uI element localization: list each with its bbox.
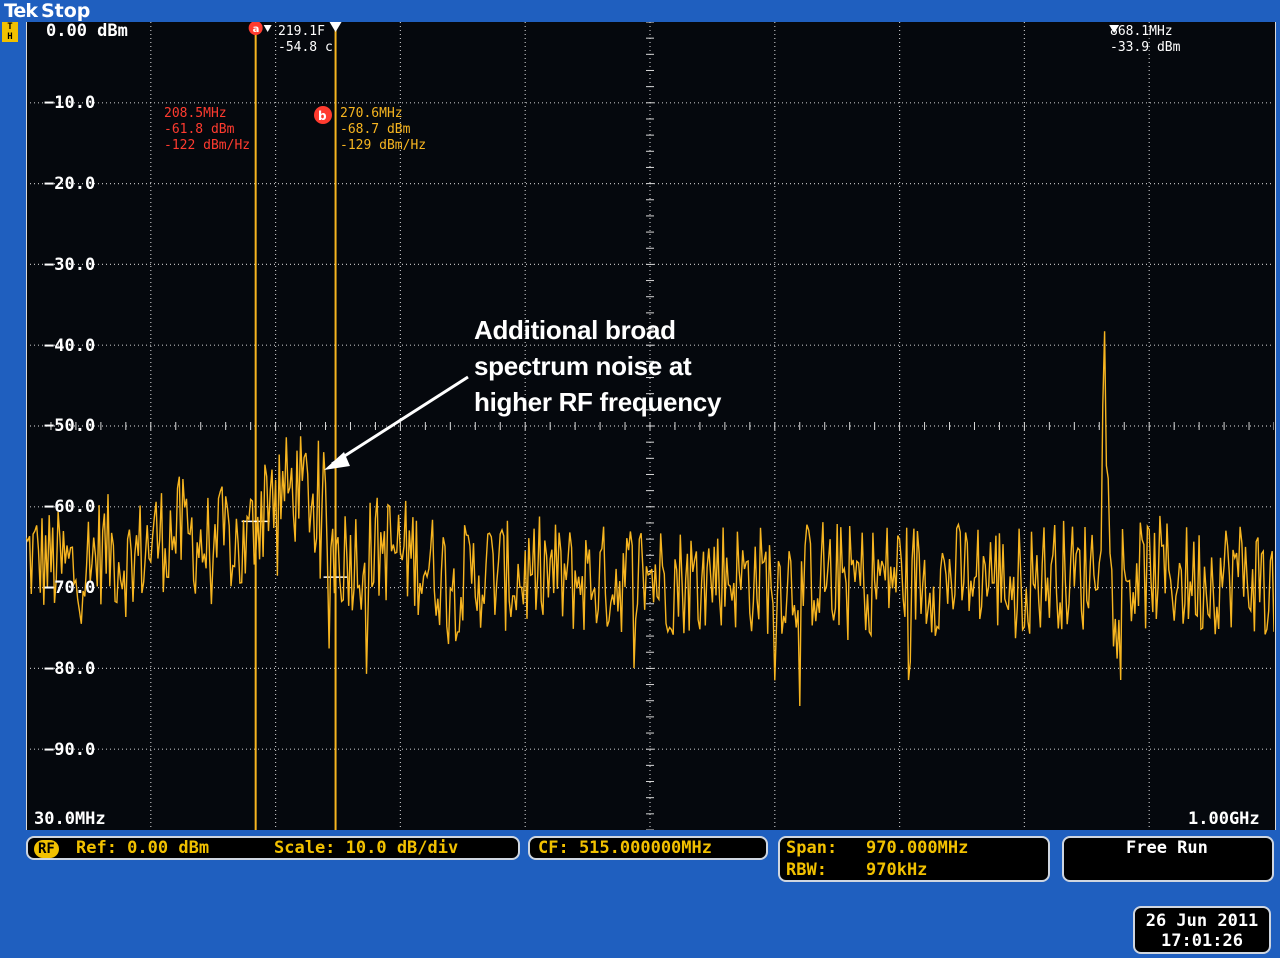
y-tick-label: −30.0 [44,255,96,275]
center-frequency-value: CF: 515.000000MHz [538,838,712,858]
rbw-value: 970kHz [866,860,928,880]
rbw-label: RBW: [786,860,827,880]
annotation-line: spectrum noise at [474,351,692,381]
marker-a-freq: 208.5MHz [164,106,227,121]
marker-a-density: -122 dBm/Hz [164,138,251,153]
annotation-line: Additional broad [474,315,676,345]
span-value: 970.000MHz [866,838,969,858]
y-tick-label: −40.0 [44,336,96,356]
marker-a-level: -61.8 dBm [164,122,235,137]
time-text: 17:01:26 [1161,931,1243,951]
marker-b-freq: 270.6MHz [340,106,403,121]
annotation-arrow [324,375,469,470]
marker-a-head-label: a [253,24,260,35]
acquisition-state[interactable]: Stop [41,0,90,22]
span-rbw-readout[interactable]: Span: 970.000MHz RBW: 970kHz [778,836,1050,882]
peak-marker-level: -33.9 dBm [1110,40,1181,55]
peak-marker-readout: 219.1F -54.8 c [278,24,333,56]
datetime-readout: 26 Jun 2011 17:01:26 [1133,906,1271,954]
scale-readout: Scale: 10.0 dB/div [274,838,459,858]
trigger-mode-value: Free Run [1126,838,1208,858]
ref-scale-readout[interactable]: RF Ref: 0.00 dBm Scale: 10.0 dB/div [26,836,520,860]
ref-level-readout: Ref: 0.00 dBm [76,838,210,858]
brand-logo: Tek [4,0,38,22]
ref-level-label: 0.00 dBm [46,21,128,41]
trigger-badge-text: T H [7,22,13,42]
peak-marker-head-icon [263,25,272,32]
peak-marker-readout: 868.1MHz -33.9 dBm [1110,24,1180,56]
y-tick-label: −80.0 [44,659,96,679]
marker-b-readout: 270.6MHz -68.7 dBm -129 dBm/Hz [340,106,426,154]
date-text: 26 Jun 2011 [1145,911,1259,931]
peak-marker-freq: 868.1MHz [1110,24,1173,39]
annotation-line: higher RF frequency [474,387,722,417]
y-tick-label: −50.0 [44,416,96,436]
peak-marker-level: -54.8 c [278,40,333,55]
span-label: Span: [786,838,838,858]
marker-a-readout: 208.5MHz -61.8 dBm -122 dBm/Hz [164,106,250,154]
y-tick-label: −10.0 [44,93,96,113]
y-tick-label: −70.0 [44,578,96,598]
y-tick-label: −90.0 [44,740,96,760]
trigger-mode-readout[interactable]: Free Run [1062,836,1274,882]
start-frequency-label: 30.0MHz [34,809,106,829]
rf-channel-badge: RF [34,840,59,858]
marker-b-density: -129 dBm/Hz [340,138,427,153]
marker-b-badge-label: b [318,109,327,123]
trigger-icon: T H [2,22,18,42]
marker-b-level: -68.7 dBm [340,122,411,137]
stop-frequency-label: 1.00GHz [1188,809,1260,829]
annotation-text: Additional broad spectrum noise at highe… [474,312,721,420]
y-tick-label: −20.0 [44,174,96,194]
center-frequency-readout[interactable]: CF: 515.000000MHz [528,836,768,860]
peak-marker-freq: 219.1F [278,24,325,39]
y-tick-label: −60.0 [44,497,96,517]
status-header: Tek Stop [4,0,90,22]
